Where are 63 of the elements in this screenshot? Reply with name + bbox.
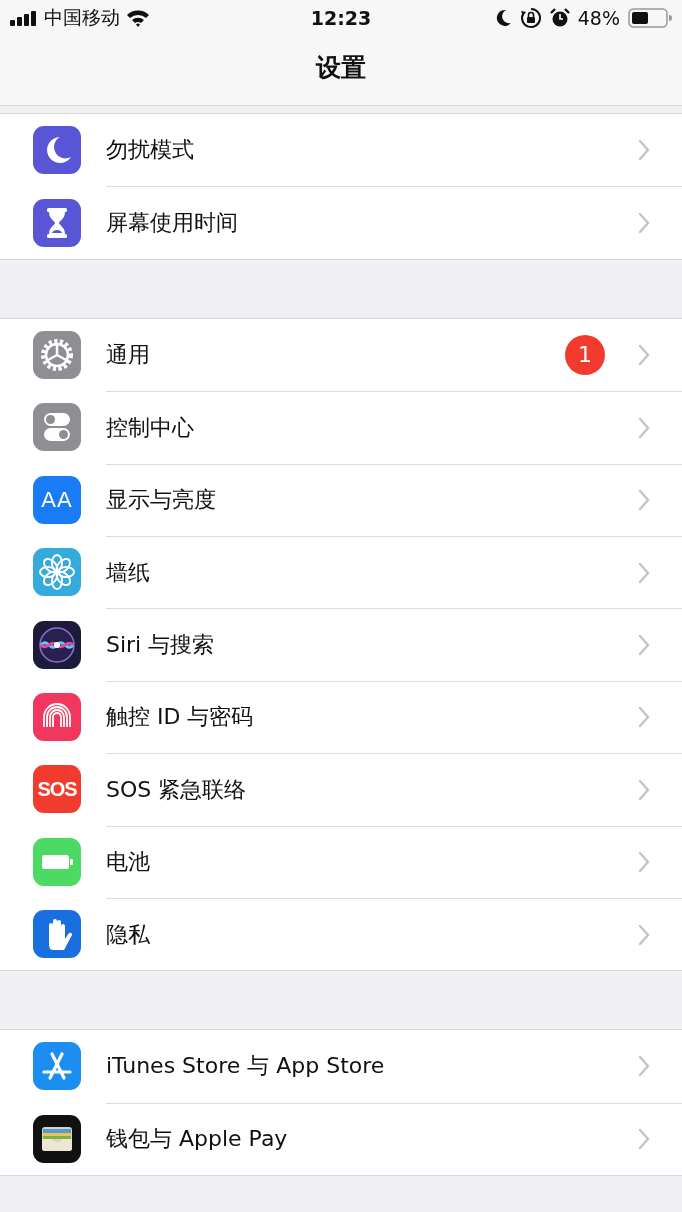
rotation-lock-icon [519,7,542,29]
chevron-icon [638,851,650,874]
settings-row[interactable]: SOS SOS 紧急联络 [0,753,682,826]
settings-row[interactable]: 墙纸 [0,535,682,609]
row-label: 墙纸 [106,558,151,587]
settings-icon [33,330,81,379]
chevron-icon [638,1128,650,1151]
chevron-icon [638,416,650,439]
chevron-icon [638,212,650,235]
notification-badge: 1 [565,334,605,375]
row-label: iTunes Store 与 App Store [106,1052,386,1081]
hand-icon [33,910,81,959]
row-label: 钱包与 Apple Pay [106,1125,289,1154]
row-label: 触控 ID 与密码 [106,703,255,732]
chevron-icon [638,634,650,657]
text-size-icon: AA [33,475,81,524]
hourglass-icon [33,198,81,247]
chevron-icon [638,139,650,162]
flower-icon [33,548,81,597]
settings-row[interactable]: 通用 1 [0,318,682,392]
battery-percentage: 48% [577,7,620,29]
carrier-name: 中国移动 [44,5,120,30]
row-label: SOS 紧急联络 [106,775,248,804]
row-label: 控制中心 [106,413,195,442]
row-label: 屏幕使用时间 [106,209,239,238]
moon-icon [33,126,81,175]
row-label: 显示与亮度 [106,486,217,515]
settings-row[interactable]: 电池 [0,825,682,898]
app-store-icon [33,1042,81,1091]
siri-orb-icon [33,620,81,669]
chevron-icon [638,778,650,801]
settings-row[interactable]: 触控 ID 与密码 [0,680,682,754]
moon-icon [495,9,512,27]
row-label: Siri 与搜索 [106,631,216,660]
settings-row[interactable]: 控制中心 [0,391,682,464]
settings-row[interactable]: iTunes Store 与 App Store [0,1030,682,1103]
battery-icon [628,8,672,28]
signal-icon [10,10,38,26]
row-label: 隐私 [106,920,151,949]
settings-row[interactable]: Siri 与搜索 [0,608,682,681]
row-label: 电池 [106,848,151,877]
fingerprint-icon [33,692,81,741]
toggle-switches-icon [33,403,81,452]
row-label: 通用 [106,340,151,369]
chevron-icon [638,489,650,512]
battery-icon [33,837,81,886]
page-title: 设置 [316,52,366,84]
settings-row[interactable]: 钱包与 Apple Pay [0,1102,682,1176]
clock-time: 12:23 [310,7,372,29]
settings-row[interactable]: AA 显示与亮度 [0,463,682,536]
sos-icon: SOS [33,765,81,814]
settings-row[interactable]: 勿扰模式 [0,114,682,187]
chevron-icon [638,706,650,729]
alarm-clock-icon [549,8,570,28]
chevron-icon [638,923,650,946]
settings-row[interactable]: 隐私 [0,897,682,971]
chevron-icon [638,1055,650,1078]
row-label: 勿扰模式 [106,136,195,165]
chevron-icon [638,561,650,584]
settings-row[interactable]: 屏幕使用时间 [0,186,682,259]
wallet-icon [33,1114,81,1163]
chevron-icon [638,343,650,366]
wifi-icon [126,9,150,27]
